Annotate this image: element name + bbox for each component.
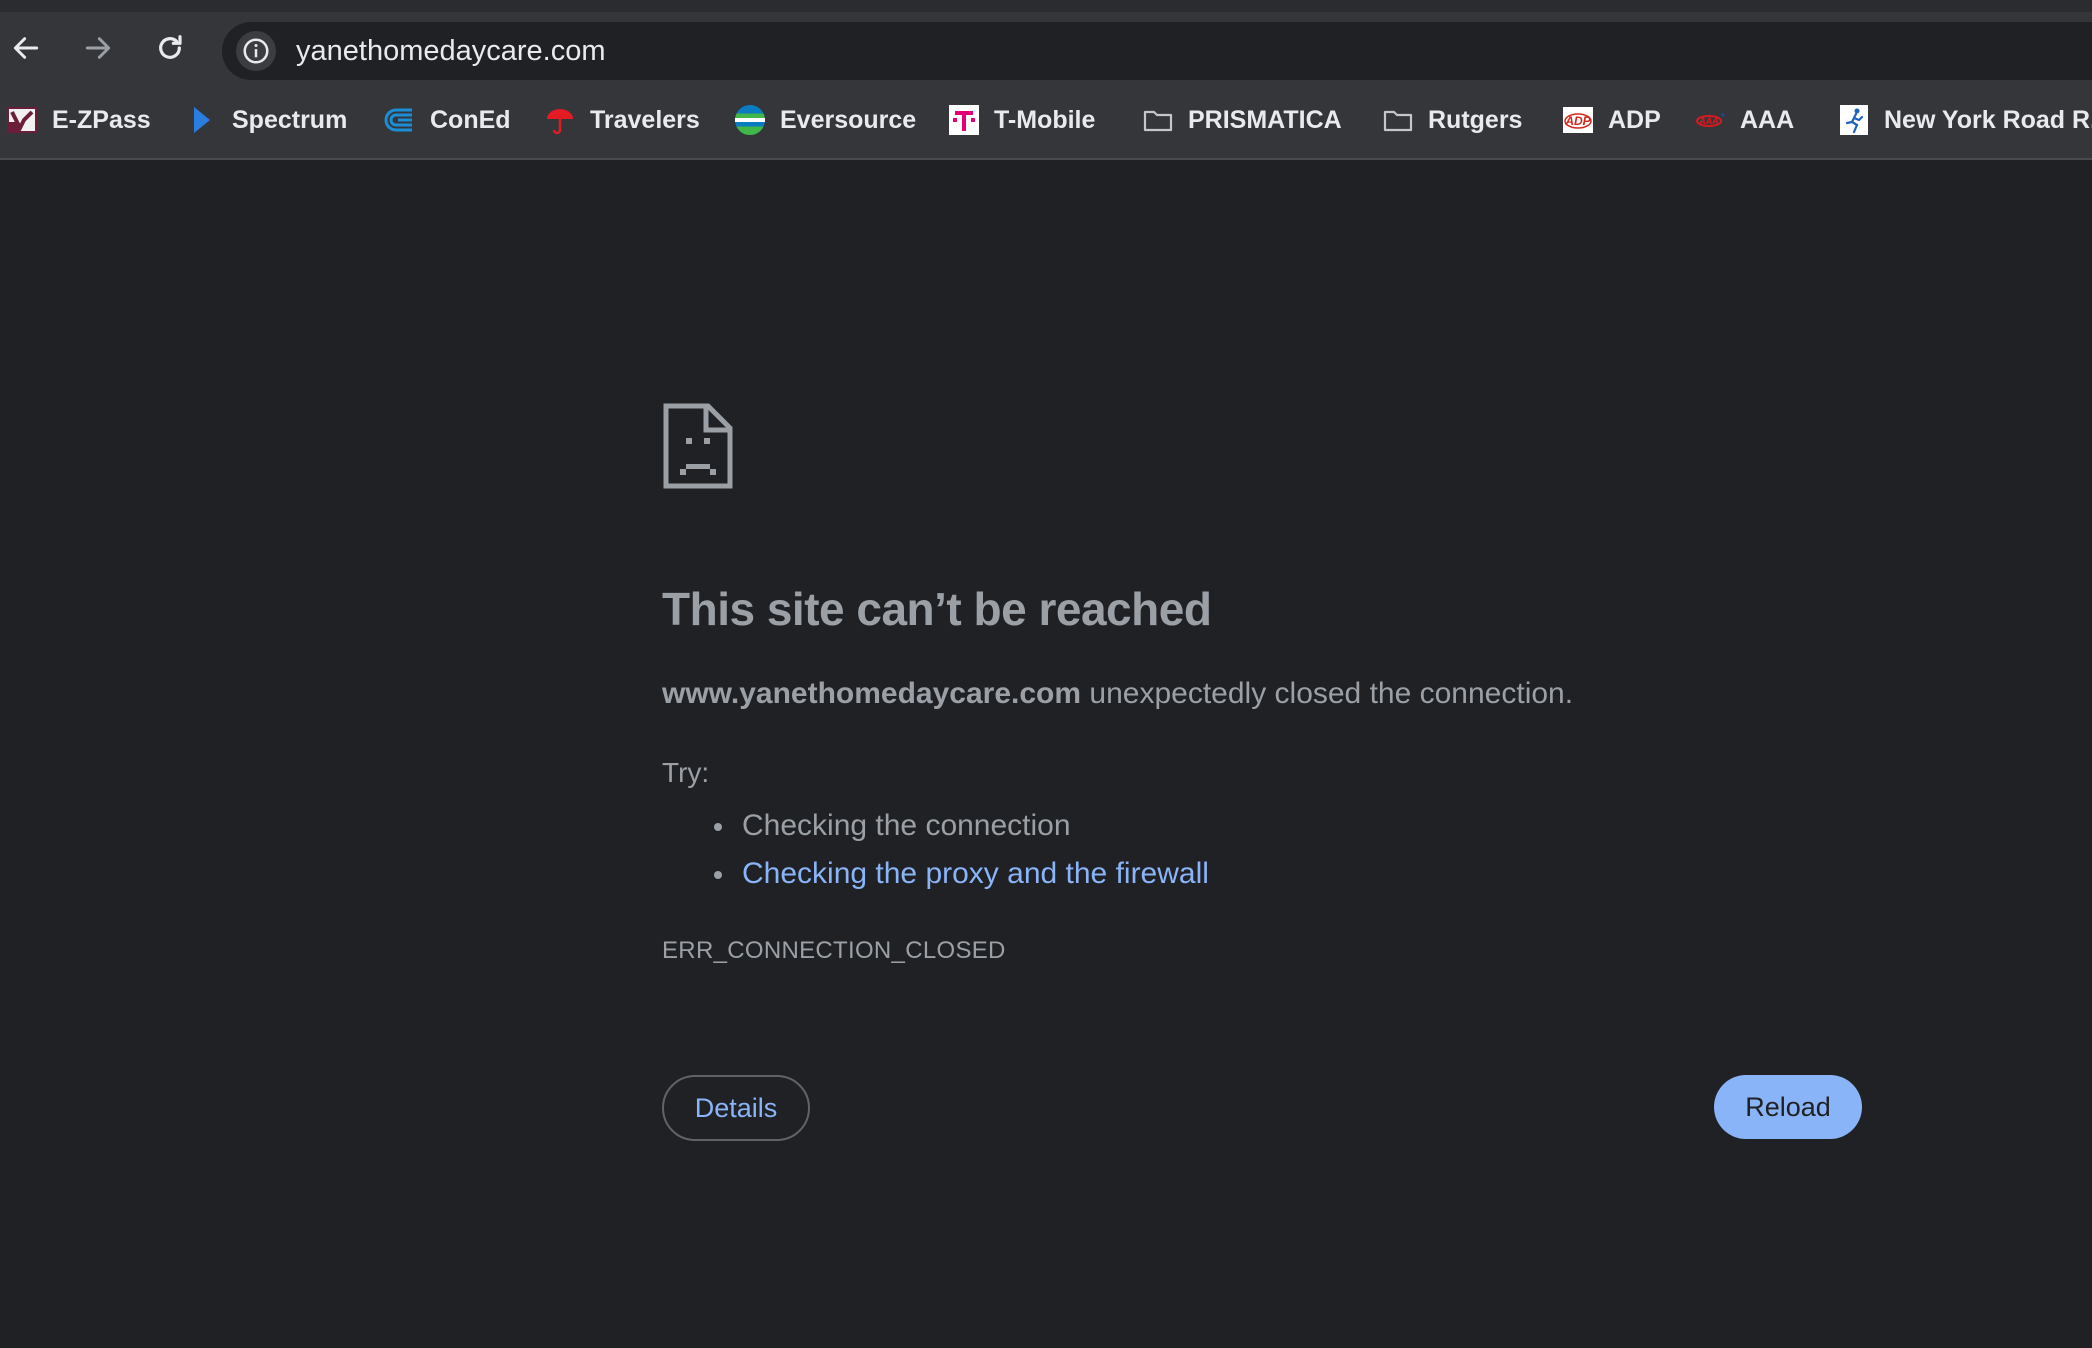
bookmark-label: ConEd bbox=[430, 105, 511, 134]
bookmark-label: Eversource bbox=[780, 105, 917, 134]
bookmark-eversource[interactable]: Eversource bbox=[734, 80, 916, 160]
bookmark-tmobile[interactable]: T-Mobile bbox=[948, 80, 1095, 160]
back-button[interactable] bbox=[4, 26, 48, 70]
reload-page-button[interactable] bbox=[148, 26, 192, 70]
browser-toolbar: yanethomedaycare.com bbox=[0, 12, 2092, 80]
ezpass-icon bbox=[6, 104, 38, 136]
bookmark-label: ADP bbox=[1608, 105, 1661, 134]
coned-icon bbox=[384, 104, 416, 136]
window-top-strip bbox=[0, 0, 2092, 12]
address-bar[interactable]: yanethomedaycare.com bbox=[222, 22, 2092, 80]
site-info-button[interactable] bbox=[236, 31, 276, 71]
bookmark-coned[interactable]: ConEd bbox=[384, 80, 511, 160]
error-message: www.yanethomedaycare.com unexpectedly cl… bbox=[662, 677, 1573, 711]
error-title: This site can’t be reached bbox=[662, 583, 1212, 635]
adp-icon: ADP bbox=[1562, 104, 1594, 136]
sad-document-icon bbox=[663, 403, 733, 489]
bookmark-label: Travelers bbox=[590, 105, 700, 134]
spectrum-icon bbox=[186, 104, 218, 136]
bookmark-label: PRISMATICA bbox=[1188, 105, 1342, 134]
bookmark-ezpass[interactable]: E-ZPass bbox=[6, 80, 151, 160]
bookmark-label: Rutgers bbox=[1428, 105, 1523, 134]
folder-icon bbox=[1142, 104, 1174, 136]
bookmark-label: T-Mobile bbox=[994, 105, 1096, 134]
error-message-text: unexpectedly closed the connection. bbox=[1081, 677, 1574, 710]
bookmark-nyrr[interactable]: New York Road R... bbox=[1838, 80, 2092, 160]
tmobile-icon bbox=[948, 104, 980, 136]
info-icon bbox=[243, 38, 269, 64]
error-host: www.yanethomedaycare.com bbox=[662, 677, 1082, 710]
refresh-icon bbox=[159, 35, 182, 59]
bookmark-folder-rutgers[interactable]: Rutgers bbox=[1382, 80, 1522, 160]
svg-text:AAA: AAA bbox=[1698, 116, 1719, 126]
error-page: This site can’t be reached www.yanethome… bbox=[0, 162, 2092, 1348]
error-code: ERR_CONNECTION_CLOSED bbox=[662, 937, 1006, 964]
details-button[interactable]: Details bbox=[662, 1075, 810, 1141]
bookmark-spectrum[interactable]: Spectrum bbox=[186, 80, 347, 160]
nyrr-runner-icon bbox=[1838, 104, 1870, 136]
bookmarks-bar: E-ZPass Spectrum ConEd Travelers Eversou… bbox=[0, 80, 2092, 160]
travelers-umbrella-icon bbox=[544, 104, 576, 136]
bookmark-travelers[interactable]: Travelers bbox=[544, 80, 700, 160]
bookmark-adp[interactable]: ADP ADP bbox=[1562, 80, 1661, 160]
bookmark-folder-prismatica[interactable]: PRISMATICA bbox=[1142, 80, 1342, 160]
forward-button[interactable] bbox=[76, 26, 120, 70]
url-text[interactable]: yanethomedaycare.com bbox=[296, 22, 606, 80]
suggestion-check-proxy-link[interactable]: Checking the proxy and the firewall bbox=[710, 850, 1209, 898]
bookmark-label: New York Road R... bbox=[1884, 105, 2092, 134]
suggestion-check-connection: Checking the connection bbox=[710, 802, 1209, 850]
arrow-right-icon bbox=[85, 37, 111, 59]
bookmark-aaa[interactable]: AAA AAA bbox=[1694, 80, 1794, 160]
bookmark-label: AAA bbox=[1740, 105, 1795, 134]
arrow-left-icon bbox=[13, 37, 39, 59]
folder-icon bbox=[1382, 104, 1414, 136]
suggestion-list: Checking the connection Checking the pro… bbox=[710, 802, 1209, 898]
aaa-icon: AAA bbox=[1694, 104, 1726, 136]
eversource-icon bbox=[734, 104, 766, 136]
reload-button[interactable]: Reload bbox=[1714, 1075, 1862, 1139]
bookmark-label: E-ZPass bbox=[52, 105, 151, 134]
bookmark-label: Spectrum bbox=[232, 105, 348, 134]
try-label: Try: bbox=[662, 757, 710, 788]
